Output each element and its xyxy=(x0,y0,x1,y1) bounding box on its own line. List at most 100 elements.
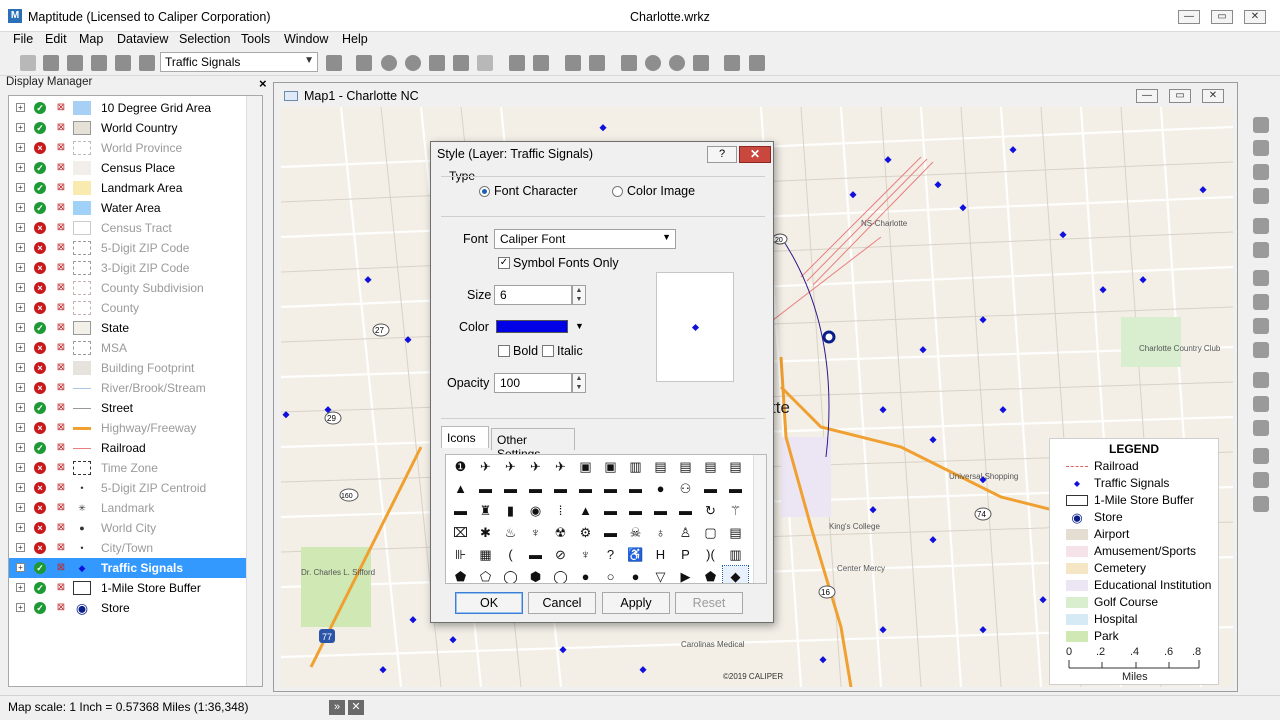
symbol-icon[interactable]: ▣ xyxy=(573,456,598,478)
table-icon[interactable] xyxy=(533,55,549,71)
hidden-x-icon[interactable]: × xyxy=(34,362,46,374)
layer-dropdown[interactable]: Traffic Signals ▼ xyxy=(160,52,318,72)
label-toggle-icon[interactable]: ⊠ xyxy=(54,262,68,274)
polygon-icon[interactable] xyxy=(453,55,469,71)
symbol-icon[interactable]: ☠ xyxy=(623,522,648,544)
symbol-icon[interactable]: ● xyxy=(573,566,598,583)
expand-icon[interactable]: + xyxy=(16,263,25,272)
hidden-x-icon[interactable]: × xyxy=(34,302,46,314)
symbol-icon[interactable]: ⬢ xyxy=(523,566,548,583)
symbol-icon[interactable]: ▥ xyxy=(723,544,748,566)
scale-tool-icon[interactable] xyxy=(1253,342,1269,358)
help-button[interactable]: ? xyxy=(707,146,737,163)
label-toggle-icon[interactable]: ⊠ xyxy=(54,302,68,314)
label-toggle-icon[interactable]: ⊠ xyxy=(54,482,68,494)
layer-row[interactable]: + ✓ ⊠ Landmark Area xyxy=(9,178,247,198)
ok-button[interactable]: OK xyxy=(455,592,523,614)
symbol-icon[interactable]: ◉ xyxy=(523,500,548,522)
dialog-close-button[interactable]: ✕ xyxy=(739,146,771,163)
symbol-icon[interactable]: ❶ xyxy=(448,456,473,478)
symbol-icon[interactable]: ▬ xyxy=(623,500,648,522)
symbol-icon[interactable]: ▬ xyxy=(598,478,623,500)
symbol-icon[interactable]: ♨ xyxy=(498,522,523,544)
radius-icon[interactable] xyxy=(381,55,397,71)
color-swatch[interactable] xyxy=(496,320,568,333)
maximize-button[interactable]: ▭ xyxy=(1211,10,1233,24)
layer-row[interactable]: + × ⊠ ✳ Landmark xyxy=(9,498,247,518)
expand-icon[interactable]: + xyxy=(16,223,25,232)
visible-check-icon[interactable]: ✓ xyxy=(34,582,46,594)
layer-row[interactable]: + × ⊠ River/Brook/Stream xyxy=(9,378,247,398)
zoom-out-icon[interactable] xyxy=(1253,140,1269,156)
symbol-icon[interactable]: ⬠ xyxy=(473,566,498,583)
label-toggle-icon[interactable]: ⊠ xyxy=(54,282,68,294)
hidden-x-icon[interactable]: × xyxy=(34,242,46,254)
circle-select-icon[interactable] xyxy=(405,55,421,71)
label-toggle-icon[interactable]: ⊠ xyxy=(54,602,68,614)
icon-grid-scrollbar[interactable] xyxy=(753,455,766,583)
visible-check-icon[interactable]: ✓ xyxy=(34,162,46,174)
expand-icon[interactable]: + xyxy=(16,243,25,252)
expand-icon[interactable]: + xyxy=(16,583,25,592)
filter-icon[interactable] xyxy=(749,55,765,71)
undo-icon[interactable] xyxy=(565,55,581,71)
color-image-radio[interactable] xyxy=(612,186,623,197)
symbol-icon[interactable]: ✱ xyxy=(473,522,498,544)
tab-icons[interactable]: Icons xyxy=(441,426,489,448)
symbol-icon[interactable]: ▬ xyxy=(673,500,698,522)
map-close-button[interactable]: ✕ xyxy=(1202,89,1224,103)
symbol-icon[interactable]: ♙ xyxy=(673,522,698,544)
expand-icon[interactable]: + xyxy=(16,183,25,192)
expand-icon[interactable]: + xyxy=(16,363,25,372)
layer-row[interactable]: + × ⊠ • City/Town xyxy=(9,538,247,558)
tab-other-settings[interactable]: Other Settings xyxy=(491,428,575,461)
close-button[interactable]: ✕ xyxy=(1244,10,1266,24)
route-icon[interactable] xyxy=(724,55,740,71)
size-spinner[interactable]: ▲ ▼ xyxy=(572,285,586,305)
symbol-icon[interactable]: ▢ xyxy=(698,522,723,544)
expand-icon[interactable]: + xyxy=(16,143,25,152)
symbol-icon[interactable]: ▮ xyxy=(498,500,523,522)
symbol-icon[interactable]: ▬ xyxy=(448,500,473,522)
label-toggle-icon[interactable]: ⊠ xyxy=(54,342,68,354)
info-icon[interactable] xyxy=(1253,188,1269,204)
annotation-icon[interactable] xyxy=(693,55,709,71)
area-icon[interactable] xyxy=(1253,420,1269,436)
menu-window[interactable]: Window xyxy=(284,32,328,46)
expand-icon[interactable]: + xyxy=(16,523,25,532)
display-manager-scrollbar[interactable] xyxy=(246,96,262,686)
label-toggle-icon[interactable]: ⊠ xyxy=(54,162,68,174)
visible-check-icon[interactable]: ✓ xyxy=(34,322,46,334)
label-toggle-icon[interactable]: ⊠ xyxy=(54,362,68,374)
bold-checkbox[interactable] xyxy=(498,345,510,357)
menu-selection[interactable]: Selection xyxy=(179,32,230,46)
symbol-icon[interactable]: ▬ xyxy=(473,478,498,500)
hidden-x-icon[interactable]: × xyxy=(34,502,46,514)
ruler-icon[interactable] xyxy=(1253,372,1269,388)
hidden-x-icon[interactable]: × xyxy=(34,262,46,274)
layer-row[interactable]: + × ⊠ World Province xyxy=(9,138,247,158)
symbol-icon[interactable]: P xyxy=(673,544,698,566)
hidden-x-icon[interactable]: × xyxy=(34,422,46,434)
size-input[interactable]: 6 xyxy=(494,285,572,305)
symbol-icon[interactable]: ? xyxy=(598,544,623,566)
menu-tools[interactable]: Tools xyxy=(241,32,270,46)
settings-icon[interactable] xyxy=(91,55,107,71)
label-toggle-icon[interactable]: ⊠ xyxy=(54,582,68,594)
symbol-icon[interactable]: ▲ xyxy=(573,500,598,522)
layers-icon[interactable] xyxy=(115,55,131,71)
expand-icon[interactable]: + xyxy=(16,543,25,552)
symbol-icon[interactable]: ● xyxy=(648,478,673,500)
symbol-icon[interactable]: ▦ xyxy=(473,544,498,566)
refresh-icon[interactable] xyxy=(1253,218,1269,234)
map-minimize-button[interactable]: — xyxy=(1136,89,1158,103)
symbol-icon[interactable]: H xyxy=(648,544,673,566)
visible-check-icon[interactable]: ✓ xyxy=(34,202,46,214)
label-toggle-icon[interactable]: ⊠ xyxy=(54,182,68,194)
hidden-x-icon[interactable]: × xyxy=(34,542,46,554)
symbol-icon[interactable]: ▤ xyxy=(648,456,673,478)
layer-row[interactable]: + × ⊠ Census Tract xyxy=(9,218,247,238)
hidden-x-icon[interactable]: × xyxy=(34,522,46,534)
status-close-button[interactable]: ✕ xyxy=(348,700,364,715)
symbol-icon[interactable]: ⊪ xyxy=(448,544,473,566)
